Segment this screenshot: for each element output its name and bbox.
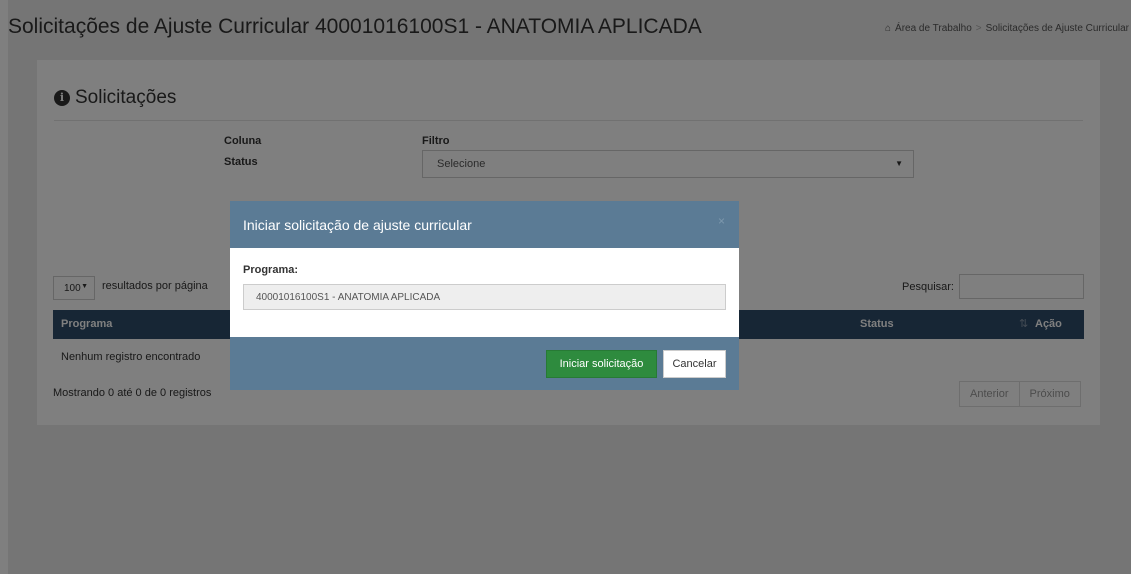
modal-title: Iniciar solicitação de ajuste curricular [243,217,472,233]
cancel-button[interactable]: Cancelar [663,350,726,378]
program-field: 40001016100S1 - ANATOMIA APLICADA [243,284,726,310]
modal-body: Programa: 40001016100S1 - ANATOMIA APLIC… [230,248,739,337]
program-field-label: Programa: [243,264,299,276]
modal-header: Iniciar solicitação de ajuste curricular… [230,201,739,248]
modal-footer: Iniciar solicitação Cancelar [230,337,739,390]
start-request-button[interactable]: Iniciar solicitação [546,350,657,378]
start-request-modal: Iniciar solicitação de ajuste curricular… [230,201,739,390]
close-icon[interactable]: × [718,214,725,228]
